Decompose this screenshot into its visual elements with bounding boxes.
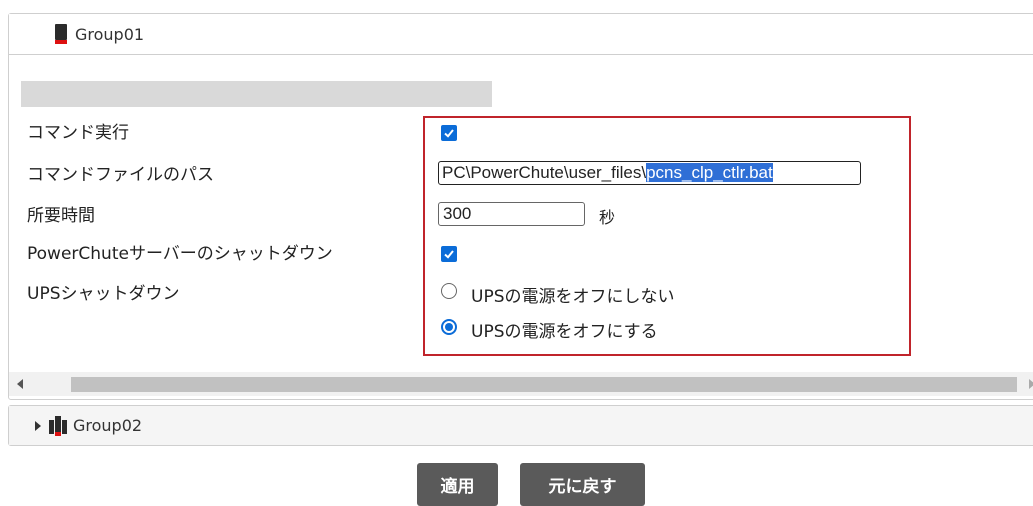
group01-panel: Group01 コマンド実行 コマンドファイルのパス 所要時間 PowerChu…	[8, 13, 1033, 400]
ups-turn-off-radio[interactable]	[441, 319, 457, 335]
duration-label: 所要時間	[27, 206, 95, 226]
check-icon	[444, 250, 454, 259]
group02-title: Group02	[73, 416, 143, 435]
command-path-prefix: PC\PowerChute\user_files\	[442, 163, 647, 182]
command-path-label: コマンドファイルのパス	[27, 165, 214, 185]
group01-title: Group01	[75, 24, 145, 44]
server-icon	[55, 24, 67, 44]
check-icon	[444, 129, 454, 138]
duration-input[interactable]: 300	[438, 202, 585, 226]
ups-turn-off-label: UPSの電源をオフにする	[471, 322, 658, 342]
servers-icon	[49, 415, 67, 436]
ups-keep-on-radio[interactable]	[441, 283, 457, 299]
run-command-label: コマンド実行	[27, 123, 129, 143]
group01-header[interactable]: Group01	[9, 14, 1033, 55]
expand-arrow-icon[interactable]	[35, 420, 41, 431]
section-header-bar	[21, 81, 492, 107]
command-path-selected: pcns_clp_ctlr.bat	[646, 163, 773, 182]
command-path-input[interactable]: PC\PowerChute\user_files\pcns_clp_ctlr.b…	[438, 161, 861, 185]
server-shutdown-label: PowerChuteサーバーのシャットダウン	[27, 244, 333, 264]
duration-unit: 秒	[599, 208, 616, 227]
apply-button[interactable]: 適用	[417, 463, 498, 506]
scroll-left-arrow-icon[interactable]	[17, 379, 23, 389]
ups-shutdown-label: UPSシャットダウン	[27, 284, 180, 304]
server-shutdown-checkbox[interactable]	[441, 246, 457, 262]
group02-header[interactable]: Group02	[9, 406, 1033, 445]
run-command-checkbox[interactable]	[441, 125, 457, 141]
group02-panel: Group02	[8, 405, 1033, 446]
horizontal-scrollbar[interactable]	[9, 372, 1033, 396]
scroll-thumb[interactable]	[71, 377, 1017, 392]
ups-keep-on-label: UPSの電源をオフにしない	[471, 287, 675, 307]
scroll-right-arrow-icon[interactable]	[1029, 379, 1033, 389]
revert-button[interactable]: 元に戻す	[520, 463, 645, 506]
